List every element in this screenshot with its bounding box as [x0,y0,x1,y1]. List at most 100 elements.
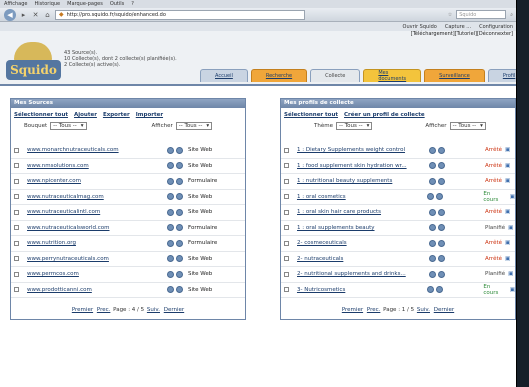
settings-icon[interactable] [438,255,445,263]
edit-icon[interactable] [167,146,174,154]
forward-icon[interactable]: ▸ [19,10,28,19]
menu-outils[interactable]: Outils [110,0,124,8]
edit-icon[interactable] [167,255,174,263]
profile-link[interactable]: 2- nutraceuticals [297,256,429,262]
source-link[interactable]: www.permcos.com [27,271,167,277]
document-icon[interactable]: ▣ [510,287,515,293]
menu-marque-pages[interactable]: Marque-pages [67,0,103,8]
source-link[interactable]: www.perrynutraceuticals.com [27,256,167,262]
settings-icon[interactable] [176,177,183,185]
document-icon[interactable]: ▣ [505,240,510,246]
star-icon[interactable]: ☆ [448,12,452,18]
menu-help[interactable]: ? [131,0,134,8]
row-checkbox[interactable] [14,240,19,246]
document-icon[interactable]: ▣ [508,271,513,277]
create-profile-link[interactable]: Créer un profil de collecte [344,112,425,118]
edit-icon[interactable] [167,193,174,201]
document-icon[interactable]: ▣ [510,194,515,200]
profile-link[interactable]: 1 : Dietary Supplements weight control [297,147,429,153]
settings-icon[interactable] [438,177,445,185]
row-checkbox[interactable] [14,209,19,215]
tab-recherche[interactable]: Recherche [250,69,308,82]
profile-link[interactable]: 3- Nutricosmetics [297,287,428,293]
edit-icon[interactable] [167,208,174,216]
settings-icon[interactable] [176,224,183,232]
search-input[interactable]: Squido [456,10,507,19]
row-checkbox[interactable] [284,240,289,246]
row-checkbox[interactable] [14,147,19,153]
settings-icon[interactable] [176,146,183,154]
row-checkbox[interactable] [284,287,289,293]
window-scrollbar[interactable] [517,0,529,387]
settings-icon[interactable] [438,239,445,247]
source-link[interactable]: www.nutrition.org [27,240,167,246]
row-checkbox[interactable] [284,256,289,262]
row-checkbox[interactable] [14,225,19,231]
play-icon[interactable] [427,286,435,294]
back-icon[interactable]: ◀ [4,8,16,21]
afficher-select[interactable]: -- Tous -- ▾ [449,122,486,130]
play-icon[interactable] [429,255,436,263]
pager-prev[interactable]: Prec. [97,307,111,313]
import-sources-link[interactable]: Importer [136,112,163,118]
settings-icon[interactable] [436,286,444,294]
pager-next[interactable]: Suiv. [147,307,160,313]
source-link[interactable]: www.nutraceuticalmag.com [27,194,167,200]
profile-link[interactable]: 2- nutritional supplements and drinks... [297,271,429,277]
edit-icon[interactable] [167,239,174,247]
pager-prev[interactable]: Prec. [367,307,381,313]
play-icon[interactable] [429,162,436,170]
row-checkbox[interactable] [14,287,19,293]
export-sources-link[interactable]: Exporter [103,112,130,118]
source-link[interactable]: www.npicenter.com [27,178,167,184]
add-source-link[interactable]: Ajouter [74,112,97,118]
edit-icon[interactable] [167,177,174,185]
profile-link[interactable]: 1 : oral skin hair care products [297,209,429,215]
pager-last[interactable]: Dernier [434,307,454,313]
link-deconnexion[interactable]: [Déconnexter] [477,31,513,38]
row-checkbox[interactable] [284,271,289,277]
select-all-sources-link[interactable]: Sélectionner tout [14,112,68,118]
row-checkbox[interactable] [284,147,289,153]
profile-link[interactable]: 1 : oral cosmetics [297,194,428,200]
search-icon[interactable]: ⌕ [510,12,513,18]
profile-link[interactable]: 1 : nutritional beauty supplements [297,178,429,184]
edit-icon[interactable] [167,162,174,170]
play-icon[interactable] [427,193,435,201]
play-icon[interactable] [429,146,436,154]
profile-link[interactable]: 2- cosmeceuticals [297,240,429,246]
row-checkbox[interactable] [14,256,19,262]
tab-profil[interactable]: Profil [487,69,516,82]
settings-icon[interactable] [176,239,183,247]
source-link[interactable]: www.nutraceuticalsworld.com [27,225,167,231]
menu-affichage[interactable]: Affichage [4,0,28,8]
document-icon[interactable]: ▣ [508,225,513,231]
edit-icon[interactable] [167,224,174,232]
toolbar-open-squido[interactable]: Ouvrir Squido [403,24,437,30]
source-link[interactable]: www.prodotticanni.com [27,287,167,293]
profile-link[interactable]: 1 : food supplement skin hydration wr... [297,163,429,169]
row-checkbox[interactable] [14,194,19,200]
document-icon[interactable]: ▣ [505,256,510,262]
bouquet-select[interactable]: -- Tous -- ▾ [50,122,87,130]
document-icon[interactable]: ▣ [505,147,510,153]
tab-collecte[interactable]: Collecte [310,69,361,82]
theme-select[interactable]: -- Tous -- ▾ [335,122,373,130]
tab-accueil[interactable]: Accueil [200,69,248,82]
settings-icon[interactable] [176,193,183,201]
select-all-profiles-link[interactable]: Sélectionner tout [284,112,338,118]
pager-first[interactable]: Premier [342,307,363,313]
play-icon[interactable] [429,208,436,216]
row-checkbox[interactable] [284,225,289,231]
play-icon[interactable] [429,177,436,185]
settings-icon[interactable] [438,270,445,278]
afficher-select[interactable]: -- Tous -- ▾ [175,122,213,130]
row-checkbox[interactable] [284,194,289,200]
settings-icon[interactable] [176,270,183,278]
edit-icon[interactable] [167,286,174,294]
settings-icon[interactable] [176,286,183,294]
tab-surveillance[interactable]: Surveillance [424,69,485,82]
toolbar-capture[interactable]: Capture ... [445,24,471,30]
close-icon[interactable]: ✕ [31,10,40,19]
home-icon[interactable]: ⌂ [43,10,52,19]
